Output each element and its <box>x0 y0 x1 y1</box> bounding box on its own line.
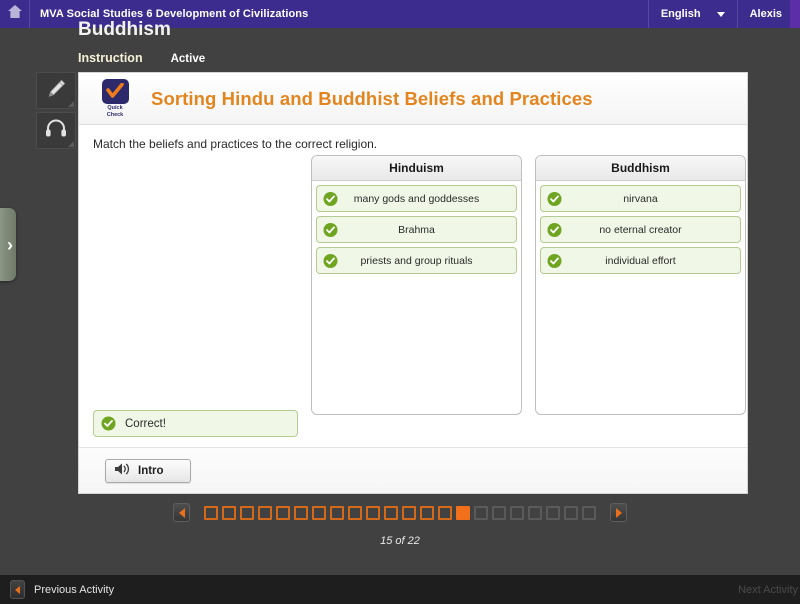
pencil-icon <box>46 78 67 104</box>
pagination-dot[interactable] <box>546 505 560 520</box>
column-header: Buddhism <box>536 156 745 181</box>
chevron-right-icon: › <box>7 234 13 255</box>
sort-column-buddhism[interactable]: Buddhism nirvana no eternal creator indi… <box>535 155 746 415</box>
previous-activity-arrow <box>10 580 25 599</box>
triangle-right-icon <box>615 507 622 518</box>
green-check-icon <box>547 253 562 268</box>
list-item-label: many gods and goddesses <box>353 192 480 205</box>
headphones-icon <box>45 119 67 142</box>
tab-instruction[interactable]: Instruction <box>78 51 143 65</box>
pagination-next-button[interactable] <box>610 503 627 522</box>
pagination-row <box>0 500 800 525</box>
sort-column-hinduism[interactable]: Hinduism many gods and goddesses Brahma … <box>311 155 522 415</box>
list-item[interactable]: Brahma <box>316 216 517 243</box>
activity-prompt: Match the beliefs and practices to the c… <box>93 137 378 151</box>
next-activity-label[interactable]: Next Activity <box>738 584 800 596</box>
pagination-dot[interactable] <box>276 505 290 520</box>
activity-header: Quick Check Sorting Hindu and Buddhist B… <box>79 73 747 125</box>
previous-activity-label: Previous Activity <box>34 583 115 596</box>
triangle-left-icon <box>15 585 20 594</box>
activity-body: Match the beliefs and practices to the c… <box>79 125 747 447</box>
pagination: 15 of 22 <box>0 500 800 547</box>
sorting-columns: Hinduism many gods and goddesses Brahma … <box>311 155 746 415</box>
green-check-icon <box>547 222 562 237</box>
page-header: Buddhism Instruction Active <box>78 19 778 65</box>
triangle-left-icon <box>178 507 185 518</box>
bottom-navigation-bar: Previous Activity Next Activity <box>0 575 800 604</box>
column-item-list: nirvana no eternal creator individual ef… <box>536 181 745 274</box>
feedback-text: Correct! <box>125 417 166 430</box>
chevron-down-icon <box>716 11 725 17</box>
list-item-label: no eternal creator <box>599 223 682 236</box>
pagination-dot[interactable] <box>492 505 506 520</box>
tool-palette <box>36 72 76 152</box>
pencil-tool-button[interactable] <box>36 72 76 109</box>
pagination-dot[interactable] <box>456 505 470 520</box>
pagination-dot[interactable] <box>312 505 326 520</box>
green-check-icon <box>101 416 116 431</box>
pagination-dot[interactable] <box>348 505 362 520</box>
quick-check-label-line1: Quick <box>107 104 123 111</box>
activity-title: Sorting Hindu and Buddhist Beliefs and P… <box>151 87 593 109</box>
list-item-label: individual effort <box>605 254 676 267</box>
intro-audio-button[interactable]: Intro <box>105 458 191 483</box>
column-item-list: many gods and goddesses Brahma priests a… <box>312 181 521 274</box>
orange-checkmark-icon <box>101 78 129 104</box>
pagination-dot[interactable] <box>582 505 596 520</box>
pagination-dot[interactable] <box>240 505 254 520</box>
application-window: MVA Social Studies 6 Development of Civi… <box>0 0 800 604</box>
tab-active[interactable]: Active <box>171 53 206 65</box>
activity-panel: Quick Check Sorting Hindu and Buddhist B… <box>78 72 748 494</box>
page-title: Buddhism <box>78 19 171 40</box>
pagination-dots <box>204 505 596 520</box>
quick-check-badge: Quick Check <box>93 78 137 119</box>
pagination-dot[interactable] <box>294 505 308 520</box>
audio-tool-button[interactable] <box>36 112 76 149</box>
column-header: Hinduism <box>312 156 521 181</box>
list-item[interactable]: individual effort <box>540 247 741 274</box>
list-item[interactable]: no eternal creator <box>540 216 741 243</box>
pagination-dot[interactable] <box>510 505 524 520</box>
list-item[interactable]: many gods and goddesses <box>316 185 517 212</box>
pagination-dot[interactable] <box>438 505 452 520</box>
pagination-dot[interactable] <box>528 505 542 520</box>
green-check-icon <box>547 191 562 206</box>
list-item-label: priests and group rituals <box>360 254 473 267</box>
pagination-previous-button[interactable] <box>173 503 190 522</box>
pagination-count: 15 of 22 <box>380 535 420 547</box>
pagination-dot[interactable] <box>384 505 398 520</box>
previous-activity-button[interactable]: Previous Activity <box>0 580 114 599</box>
pagination-dot[interactable] <box>204 505 218 520</box>
list-item[interactable]: nirvana <box>540 185 741 212</box>
quick-check-label-line2: Check <box>106 112 124 118</box>
topbar-right-edge <box>790 0 800 28</box>
green-check-icon <box>323 222 338 237</box>
list-item-label: Brahma <box>398 223 435 236</box>
intro-button-label: Intro <box>138 464 164 477</box>
pagination-dot[interactable] <box>366 505 380 520</box>
speaker-icon <box>114 462 131 479</box>
pagination-dot[interactable] <box>258 505 272 520</box>
panel-expand-tab[interactable]: › <box>0 208 16 281</box>
list-item-label: nirvana <box>623 192 658 205</box>
home-icon <box>7 4 23 24</box>
pagination-dot[interactable] <box>420 505 434 520</box>
lesson-tabs: Instruction Active <box>78 41 778 65</box>
pagination-dot[interactable] <box>564 505 578 520</box>
home-button[interactable] <box>0 0 30 28</box>
green-check-icon <box>323 191 338 206</box>
list-item[interactable]: priests and group rituals <box>316 247 517 274</box>
green-check-icon <box>323 253 338 268</box>
activity-footer: Intro <box>79 447 747 493</box>
pagination-dot[interactable] <box>402 505 416 520</box>
feedback-message: Correct! <box>93 410 298 437</box>
pagination-dot[interactable] <box>474 505 488 520</box>
pagination-dot[interactable] <box>222 505 236 520</box>
pagination-dot[interactable] <box>330 505 344 520</box>
